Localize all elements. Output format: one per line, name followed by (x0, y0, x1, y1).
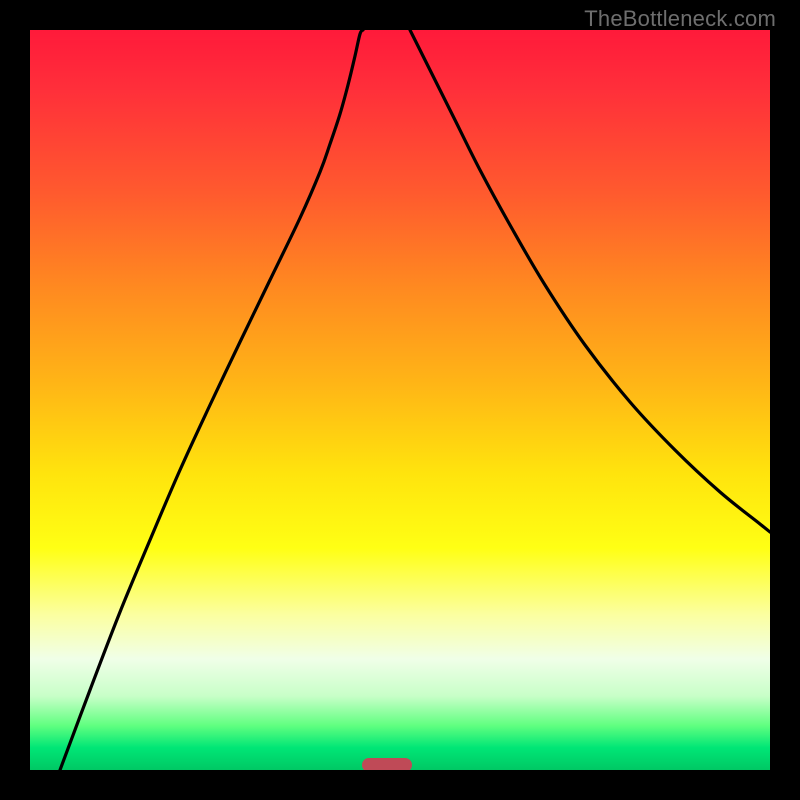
right-curve (410, 30, 770, 532)
bottleneck-marker (362, 758, 412, 770)
chart-frame: TheBottleneck.com (0, 0, 800, 800)
plot-area (30, 30, 770, 770)
curve-layer (30, 30, 770, 770)
watermark-label: TheBottleneck.com (584, 6, 776, 32)
left-curve (60, 30, 363, 770)
